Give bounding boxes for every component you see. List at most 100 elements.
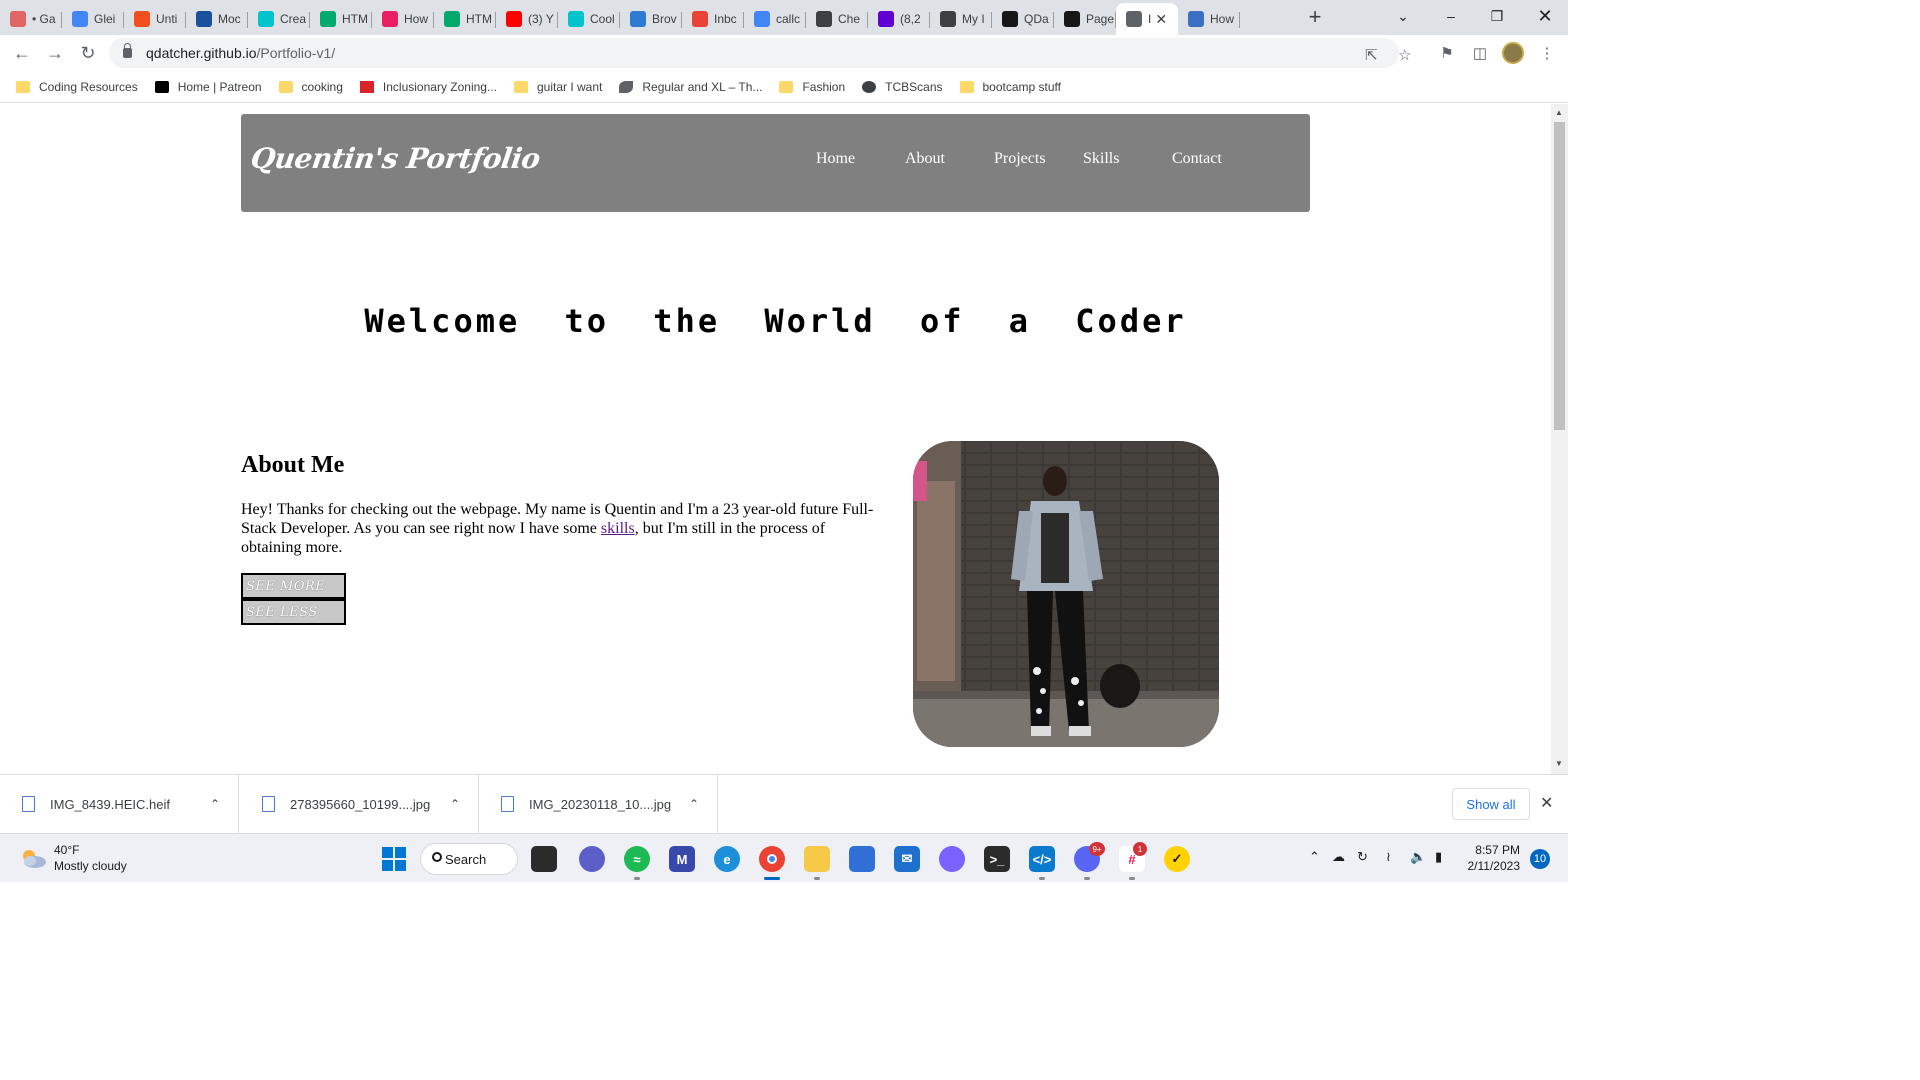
nav-link-home[interactable]: Home — [816, 150, 855, 168]
system-clock[interactable]: 8:57 PM 2/11/2023 — [1466, 842, 1521, 874]
bookmark-item[interactable]: Fashion — [779, 80, 845, 94]
browser-tab[interactable]: (3) Y — [496, 3, 558, 35]
bookmark-item[interactable]: Coding Resources — [16, 80, 138, 94]
copilot-app-icon[interactable] — [939, 846, 965, 872]
menu-kebab-icon[interactable]: ⋮ — [1536, 42, 1558, 64]
skills-link[interactable]: skills — [601, 520, 635, 537]
browser-tab[interactable]: Brov — [620, 3, 682, 35]
bookmark-item[interactable]: Home | Patreon — [154, 80, 262, 94]
browser-tab[interactable]: Unti — [124, 3, 186, 35]
gmail-icon — [692, 11, 708, 27]
file-explorer-icon[interactable] — [804, 846, 830, 872]
nav-link-skills[interactable]: Skills — [1083, 150, 1119, 168]
wifi-icon[interactable]: ≀ — [1386, 849, 1391, 865]
browser-tab[interactable]: Crea — [248, 3, 310, 35]
address-bar[interactable]: qdatcher.github.io/Portfolio-v1/ ⇱ ☆ — [109, 38, 1411, 68]
nav-link-projects[interactable]: Projects — [994, 150, 1046, 168]
microsoft-store-icon[interactable] — [849, 846, 875, 872]
chrome-browser-icon[interactable] — [759, 846, 785, 872]
minimize-button[interactable]: – — [1428, 0, 1474, 32]
bookmark-item[interactable]: guitar I want — [513, 80, 602, 94]
new-tab-button[interactable]: + — [1298, 1, 1332, 33]
see-less-button[interactable]: SEE LESS — [241, 599, 346, 625]
onedrive-cloud-icon[interactable]: ☁ — [1332, 849, 1345, 865]
bookmark-item[interactable]: TCBScans — [862, 80, 943, 94]
browser-tab[interactable]: (8,2 — [868, 3, 930, 35]
task-view-icon[interactable] — [531, 846, 557, 872]
site-brand-logo[interactable]: Quentin's Portfolio — [249, 142, 542, 175]
browser-tab[interactable]: How — [372, 3, 434, 35]
download-item[interactable]: IMG_8439.HEIC.heif ⌃ — [0, 775, 239, 833]
profile-photo-illustration — [913, 441, 1219, 747]
notification-center-badge[interactable]: 10 — [1530, 849, 1550, 869]
browser-tab[interactable]: HTM — [310, 3, 372, 35]
chevron-up-icon[interactable]: ⌃ — [210, 797, 220, 811]
download-item[interactable]: IMG_20230118_10....jpg ⌃ — [479, 775, 718, 833]
p-icon — [382, 11, 398, 27]
running-indicator — [634, 877, 640, 880]
download-item[interactable]: 278395660_10199....jpg ⌃ — [240, 775, 479, 833]
tab-search-chevron-icon[interactable]: ⌄ — [1380, 0, 1426, 32]
bookmark-item[interactable]: bootcamp stuff — [959, 80, 1061, 94]
bookmark-item[interactable]: Regular and XL – Th... — [619, 80, 762, 94]
battery-icon[interactable]: ▮ — [1435, 849, 1442, 865]
teams-chat-icon[interactable] — [579, 846, 605, 872]
edge-browser-icon[interactable]: e — [714, 846, 740, 872]
folder-icon — [779, 80, 794, 93]
nav-link-about[interactable]: About — [905, 150, 945, 168]
browser-tab[interactable]: My I — [930, 3, 992, 35]
restore-button[interactable]: ❐ — [1474, 0, 1520, 32]
browser-tab[interactable]: • Ga — [0, 3, 62, 35]
see-more-button[interactable]: SEE MORE — [241, 573, 346, 599]
vscode-icon[interactable]: </> — [1029, 846, 1055, 872]
browser-tab[interactable]: Page — [1054, 3, 1116, 35]
mail-icon — [878, 11, 894, 27]
notes-app-icon[interactable]: M — [669, 846, 695, 872]
lock-icon[interactable] — [123, 43, 132, 58]
scrollbar-thumb[interactable] — [1554, 122, 1565, 430]
page-scrollbar[interactable]: ▲ ▼ — [1551, 104, 1568, 774]
w3-icon — [444, 11, 460, 27]
weather-widget[interactable]: 40°F Mostly cloudy — [18, 842, 127, 874]
bookmark-star-icon[interactable]: ☆ — [1398, 46, 1411, 64]
browser-tab[interactable]: QDa — [992, 3, 1054, 35]
sync-icon[interactable]: ↻ — [1357, 849, 1368, 865]
browser-tab[interactable]: Glei — [62, 3, 124, 35]
reload-icon[interactable]: ↻ — [76, 41, 100, 65]
share-icon[interactable]: ⇱ — [1365, 46, 1378, 64]
scroll-up-arrow-icon[interactable]: ▲ — [1555, 108, 1563, 117]
browser-tab[interactable]: HTM — [434, 3, 496, 35]
taskbar-search[interactable]: Search — [420, 843, 518, 875]
close-window-button[interactable]: ✕ — [1522, 0, 1568, 32]
page-viewport: Quentin's Portfolio Home About Projects … — [0, 104, 1551, 774]
browser-tab[interactable]: callc — [744, 3, 806, 35]
browser-tab[interactable]: Cool — [558, 3, 620, 35]
browser-tab[interactable]: Che — [806, 3, 868, 35]
chevron-up-icon[interactable]: ⌃ — [450, 797, 460, 811]
show-all-downloads-button[interactable]: Show all — [1452, 788, 1530, 820]
chevron-up-icon[interactable]: ⌃ — [689, 797, 699, 811]
nav-link-contact[interactable]: Contact — [1172, 150, 1222, 168]
scroll-down-arrow-icon[interactable]: ▼ — [1555, 759, 1563, 768]
close-tab-icon[interactable]: ✕ — [1155, 11, 1167, 28]
browser-tab[interactable]: I ✕ — [1116, 3, 1178, 35]
back-arrow-icon[interactable]: ← — [10, 41, 34, 65]
extensions-puzzle-icon[interactable]: ⚑ — [1436, 42, 1458, 64]
tray-chevron-up-icon[interactable]: ⌃ — [1309, 849, 1320, 865]
bookmark-item[interactable]: cooking — [278, 80, 343, 94]
browser-tab[interactable]: How — [1178, 3, 1240, 35]
bookmark-item[interactable]: Inclusionary Zoning... — [359, 80, 497, 94]
browser-tab[interactable]: Inbc — [682, 3, 744, 35]
norton-app-icon[interactable]: ✓ — [1164, 846, 1190, 872]
mail-icon[interactable]: ✉ — [894, 846, 920, 872]
profile-avatar[interactable] — [1502, 42, 1524, 64]
tab-title: Brov — [652, 12, 677, 26]
browser-tab[interactable]: Moc — [186, 3, 248, 35]
close-icon[interactable]: ✕ — [1540, 793, 1553, 813]
windows-start-icon[interactable] — [381, 846, 407, 872]
volume-icon[interactable]: 🔈 — [1410, 849, 1426, 865]
side-panel-icon[interactable]: ◫ — [1469, 42, 1491, 64]
forward-arrow-icon[interactable]: → — [43, 41, 67, 65]
terminal-icon[interactable]: >_ — [984, 846, 1010, 872]
spotify-icon[interactable]: ≈ — [624, 846, 650, 872]
